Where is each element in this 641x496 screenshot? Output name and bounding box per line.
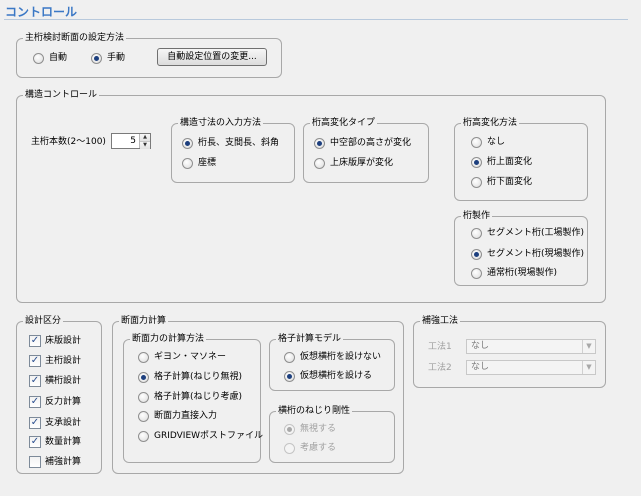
checkbox-check-icon[interactable]: ✓ <box>29 335 41 347</box>
method1-value[interactable]: なし <box>467 340 582 353</box>
radio-length-span-skew[interactable]: 桁長、支間長、斜角 <box>182 137 279 149</box>
radio-grid-ignore-torsion[interactable]: 格子計算(ねじり無視) <box>138 371 242 383</box>
girder-height-type-title: 桁高変化タイプ <box>310 117 378 129</box>
page-title: コントロール <box>5 5 78 19</box>
radio-indicator[interactable] <box>471 176 482 188</box>
check-reaction-calc[interactable]: ✓ 反力計算 <box>29 396 81 408</box>
stepper-down-icon[interactable]: ▼ <box>140 142 150 149</box>
check-cross-beam-design[interactable]: ✓ 横桁設計 <box>29 375 81 387</box>
radio-indicator[interactable] <box>284 423 295 435</box>
checkbox-check-icon[interactable]: ✓ <box>29 355 41 367</box>
radio-indicator[interactable] <box>138 410 149 422</box>
design-category-title: 設計区分 <box>23 315 64 327</box>
method1-label: 工法1 <box>428 342 452 352</box>
checkbox-check-icon[interactable]: ✓ <box>29 436 41 448</box>
girder-height-type-group: 桁高変化タイプ 中空部の高さが変化 上床版厚が変化 <box>303 117 429 183</box>
radio-grid-consider-torsion[interactable]: 格子計算(ねじり考慮) <box>138 391 242 403</box>
chevron-down-icon[interactable]: ▼ <box>582 361 595 374</box>
radio-manual[interactable]: 手動 <box>91 52 125 64</box>
radio-segment-site[interactable]: セグメント桁(現場製作) <box>471 248 584 260</box>
height-change-method-group: 桁高変化方法 なし 桁上面変化 桁下面変化 <box>454 117 588 201</box>
radio-guyon-massonnet[interactable]: ギヨン・マソネー <box>138 351 226 363</box>
panel-header: コントロール <box>4 2 628 20</box>
check-bearing-design[interactable]: ✓ 支承設計 <box>29 417 81 429</box>
grid-model-title: 格子計算モデル <box>276 333 344 345</box>
radio-indicator[interactable] <box>471 136 482 148</box>
radio-ignore-torsion[interactable]: 無視する <box>284 423 336 435</box>
checkbox-check-icon[interactable]: ✓ <box>29 396 41 408</box>
radio-auto[interactable]: 自動 <box>33 52 67 64</box>
torsion-rigidity-title: 横桁のねじり剛性 <box>276 405 353 417</box>
section-force-method-title: 断面力の計算方法 <box>130 333 207 345</box>
girder-count-label: 主桁本数(2〜100) <box>31 137 106 147</box>
radio-indicator[interactable] <box>138 371 149 383</box>
reinforcement-group: 補強工法 工法1 なし ▼ 工法2 なし ▼ <box>413 315 606 388</box>
radio-indicator[interactable] <box>314 137 325 149</box>
radio-indicator[interactable] <box>138 430 149 442</box>
radio-gridview-post-file[interactable]: GRIDVIEWポストファイル <box>138 430 263 442</box>
structure-control-title: 構造コントロール <box>23 89 100 101</box>
radio-bottom-change[interactable]: 桁下面変化 <box>471 176 532 188</box>
radio-indicator[interactable] <box>471 248 482 260</box>
girder-fabrication-group: 桁製作 セグメント桁(工場製作) セグメント桁(現場製作) 通常桁(現場製作) <box>454 210 588 286</box>
change-auto-position-button[interactable]: 自動設定位置の変更... <box>157 48 267 66</box>
radio-upper-slab[interactable]: 上床版厚が変化 <box>314 157 393 169</box>
design-category-group: 設計区分 ✓ 床版設計 ✓ 主桁設計 ✓ 横桁設計 ✓ 反力計算 ✓ 支承設計 … <box>16 315 102 474</box>
chevron-down-icon[interactable]: ▼ <box>582 340 595 353</box>
structure-control-group: 構造コントロール 主桁本数(2〜100) 5 ▲ ▼ 構造寸法の入力方法 桁長、… <box>16 89 606 303</box>
radio-normal-site[interactable]: 通常桁(現場製作) <box>471 267 557 279</box>
height-change-method-title: 桁高変化方法 <box>461 117 520 129</box>
radio-no-virtual-beam[interactable]: 仮想横桁を設けない <box>284 351 381 363</box>
stepper-buttons[interactable]: ▲ ▼ <box>139 134 150 149</box>
dimension-input-title: 構造寸法の入力方法 <box>178 117 264 129</box>
dimension-input-group: 構造寸法の入力方法 桁長、支間長、斜角 座標 <box>171 117 295 183</box>
grid-model-group: 格子計算モデル 仮想横桁を設けない 仮想横桁を設ける <box>269 333 395 391</box>
radio-direct-input[interactable]: 断面力直接入力 <box>138 410 217 422</box>
check-slab-design[interactable]: ✓ 床版設計 <box>29 335 81 347</box>
radio-segment-factory[interactable]: セグメント桁(工場製作) <box>471 227 584 239</box>
check-quantity-calc[interactable]: ✓ 数量計算 <box>29 436 81 448</box>
checkbox-check-icon[interactable]: ✓ <box>29 375 41 387</box>
section-force-title: 断面力計算 <box>119 315 169 327</box>
radio-consider-torsion[interactable]: 考慮する <box>284 442 336 454</box>
stepper-up-icon[interactable]: ▲ <box>140 134 150 142</box>
radio-indicator[interactable] <box>182 137 193 149</box>
checkbox-empty[interactable] <box>29 456 41 468</box>
torsion-rigidity-group: 横桁のねじり剛性 無視する 考慮する <box>269 405 395 463</box>
radio-coordinates[interactable]: 座標 <box>182 157 216 169</box>
radio-indicator[interactable] <box>471 267 482 279</box>
method2-value[interactable]: なし <box>467 361 582 374</box>
radio-indicator[interactable] <box>33 52 44 64</box>
method2-select[interactable]: なし ▼ <box>466 360 596 375</box>
method2-label: 工法2 <box>428 363 452 373</box>
radio-indicator[interactable] <box>284 351 295 363</box>
radio-hollow-height[interactable]: 中空部の高さが変化 <box>314 137 411 149</box>
radio-indicator[interactable] <box>471 156 482 168</box>
radio-no-change[interactable]: なし <box>471 136 505 148</box>
section-force-method-group: 断面力の計算方法 ギヨン・マソネー 格子計算(ねじり無視) 格子計算(ねじり考慮… <box>123 333 263 463</box>
radio-indicator[interactable] <box>182 157 193 169</box>
check-reinforcement-calc[interactable]: 補強計算 <box>29 456 81 468</box>
check-main-girder-design[interactable]: ✓ 主桁設計 <box>29 355 81 367</box>
radio-indicator[interactable] <box>284 442 295 454</box>
girder-count-stepper[interactable]: 5 ▲ ▼ <box>111 133 151 149</box>
girder-section-group: 主桁検討断面の設定方法 自動 手動 自動設定位置の変更... <box>16 32 282 78</box>
radio-top-change[interactable]: 桁上面変化 <box>471 156 532 168</box>
section-force-group: 断面力計算 断面力の計算方法 ギヨン・マソネー 格子計算(ねじり無視) 格子計算… <box>112 315 404 474</box>
radio-indicator[interactable] <box>91 52 102 64</box>
girder-fabrication-title: 桁製作 <box>461 210 493 222</box>
radio-indicator[interactable] <box>138 391 149 403</box>
reinforcement-title: 補強工法 <box>420 315 461 327</box>
girder-count-value[interactable]: 5 <box>112 134 139 148</box>
radio-indicator[interactable] <box>284 370 295 382</box>
radio-indicator[interactable] <box>138 351 149 363</box>
checkbox-check-icon[interactable]: ✓ <box>29 417 41 429</box>
radio-virtual-beam[interactable]: 仮想横桁を設ける <box>284 370 372 382</box>
girder-section-title: 主桁検討断面の設定方法 <box>23 32 127 44</box>
radio-indicator[interactable] <box>314 157 325 169</box>
method1-select[interactable]: なし ▼ <box>466 339 596 354</box>
radio-indicator[interactable] <box>471 227 482 239</box>
